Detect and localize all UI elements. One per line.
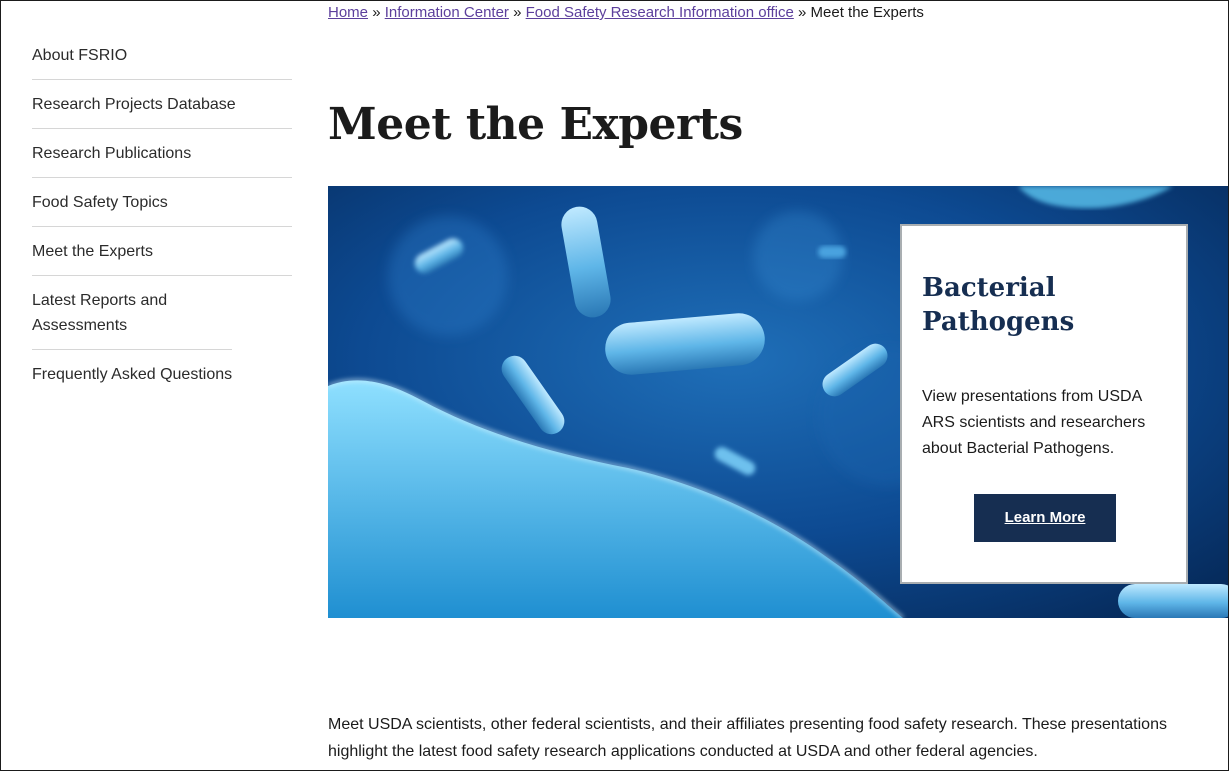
bacterial-pathogens-card: Bacterial Pathogens View presentations f… xyxy=(900,224,1188,584)
breadcrumb-separator: » xyxy=(798,4,807,21)
breadcrumb: Home » Information Center » Food Safety … xyxy=(328,4,924,21)
bacterium-rod xyxy=(1118,584,1228,618)
breadcrumb-fsrio-link[interactable]: Food Safety Research Information office xyxy=(526,4,794,21)
sidebar-item-label: Research Projects Database xyxy=(32,96,236,113)
bacterium-rod xyxy=(818,246,846,258)
card-title: Bacterial Pathogens xyxy=(922,273,1075,337)
intro-paragraph: Meet USDA scientists, other federal scie… xyxy=(328,716,1167,760)
breadcrumb-separator: » xyxy=(513,4,522,21)
sidebar-item-research-projects-database[interactable]: Research Projects Database xyxy=(32,80,292,129)
sidebar-item-label: Food Safety Topics xyxy=(32,194,168,211)
sidebar-item-label: Research Publications xyxy=(32,145,192,162)
sidebar-item-food-safety-topics[interactable]: Food Safety Topics xyxy=(32,178,292,227)
learn-more-button[interactable]: Learn More xyxy=(974,494,1116,542)
page-title: Meet the Experts xyxy=(328,99,743,150)
sidebar-nav: About FSRIO Research Projects Database R… xyxy=(32,31,292,398)
sidebar-item-label: About FSRIO xyxy=(32,47,128,64)
sidebar-item-meet-the-experts[interactable]: Meet the Experts xyxy=(32,227,292,276)
breadcrumb-current: Meet the Experts xyxy=(810,4,924,21)
sidebar-item-label: Latest Reports and Assessments xyxy=(32,292,168,334)
sidebar-item-research-publications[interactable]: Research Publications xyxy=(32,129,292,178)
breadcrumb-home-link[interactable]: Home xyxy=(328,4,368,21)
card-description: View presentations from USDA ARS scienti… xyxy=(922,388,1146,457)
sidebar-item-faq[interactable]: Frequently Asked Questions xyxy=(32,350,292,398)
sidebar-item-label: Frequently Asked Questions xyxy=(32,366,233,383)
sidebar-item-about-fsrio[interactable]: About FSRIO xyxy=(32,31,292,80)
breadcrumb-information-center-link[interactable]: Information Center xyxy=(385,4,509,21)
breadcrumb-separator: » xyxy=(372,4,381,21)
sidebar-item-label: Meet the Experts xyxy=(32,243,153,260)
sidebar-item-latest-reports[interactable]: Latest Reports and Assessments xyxy=(32,276,232,350)
